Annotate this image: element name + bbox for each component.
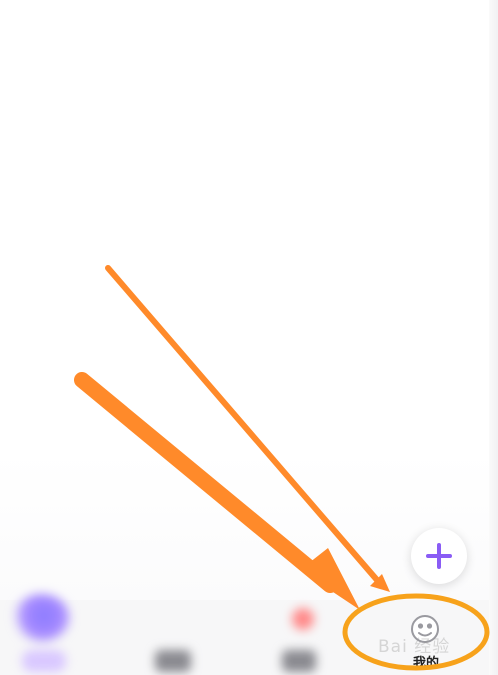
content-area <box>0 0 489 600</box>
tab-home-icon[interactable] <box>12 594 70 642</box>
notification-badge <box>292 608 314 630</box>
tab-home-label <box>22 650 66 672</box>
add-button[interactable] <box>411 528 467 584</box>
plus-icon <box>426 543 452 569</box>
watermark-logo: Bai 经验 <box>378 637 451 657</box>
app-screen: 我的 Bai 经验 <box>0 0 498 675</box>
scrollbar-track <box>489 0 498 675</box>
tab-third-label[interactable] <box>282 650 316 672</box>
tab-second-label[interactable] <box>155 650 191 672</box>
